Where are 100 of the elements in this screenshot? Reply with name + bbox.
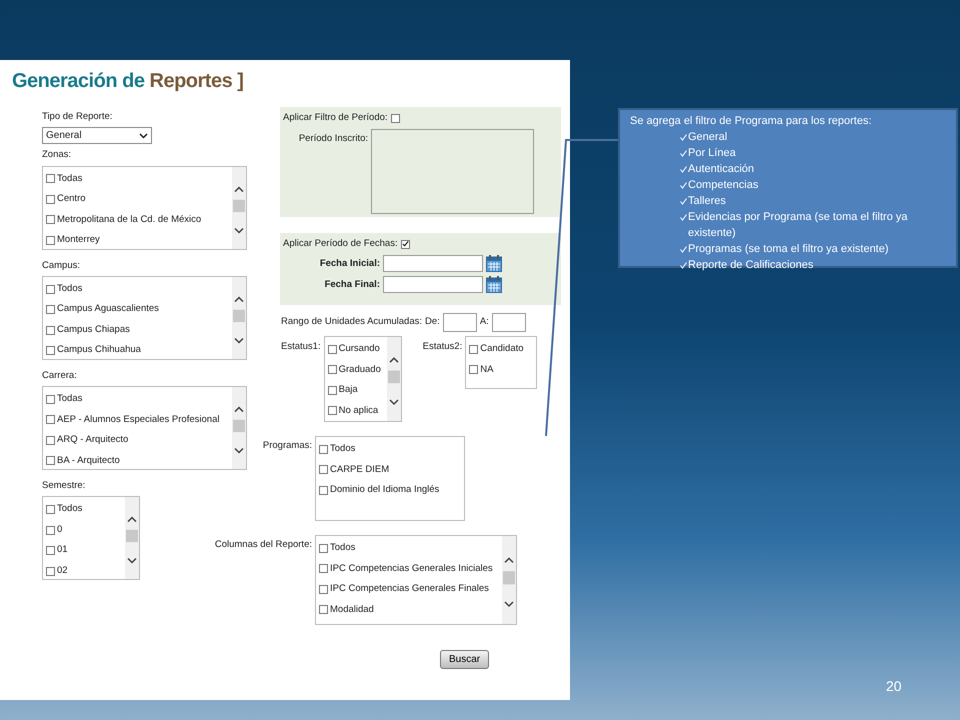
scrollbar[interactable] <box>232 276 246 359</box>
field-label: Aplicar Filtro de Período: <box>283 111 388 125</box>
range-input[interactable] <box>492 313 526 332</box>
option-label[interactable]: Campus Chiapas <box>57 322 130 338</box>
check-icon <box>680 182 687 189</box>
option-label[interactable]: Todos <box>57 282 82 296</box>
option-label[interactable]: IPC Competencias Generales Iniciales <box>330 562 493 576</box>
checkbox[interactable] <box>46 305 55 314</box>
option-label[interactable]: Candidato <box>480 342 524 356</box>
checkbox[interactable] <box>46 526 55 534</box>
checkbox[interactable] <box>319 605 328 614</box>
period-list[interactable] <box>371 129 534 214</box>
date-input[interactable] <box>383 276 483 294</box>
checkbox[interactable] <box>319 465 328 474</box>
checkbox[interactable] <box>46 236 55 245</box>
option-label[interactable]: BA - Arquitecto <box>57 454 120 468</box>
checkbox[interactable] <box>46 415 55 424</box>
option-label[interactable]: Monterrey <box>57 233 100 248</box>
checkbox[interactable] <box>328 365 337 374</box>
option-label[interactable]: Centro <box>57 192 86 206</box>
field-label: De: <box>425 315 440 330</box>
checkbox-list[interactable]: Todas AEP - Alumnos Especiales Profesional ARQ - Arquitecto BA - Arquitecto <box>42 386 247 470</box>
checkbox[interactable] <box>46 194 55 204</box>
scrollbar[interactable] <box>125 497 139 580</box>
checkbox-list[interactable]: Todos 0 01 02 <box>42 496 140 580</box>
field-label: Fecha Inicial: <box>318 256 380 271</box>
option-label[interactable]: Todas <box>57 172 82 186</box>
scrollbar[interactable] <box>232 387 246 469</box>
checkbox[interactable] <box>46 566 55 576</box>
check-icon <box>680 166 687 173</box>
field-label: Fecha Final: <box>324 278 380 292</box>
checkbox[interactable] <box>319 544 328 553</box>
checkbox[interactable] <box>46 174 55 184</box>
field-label: Aplicar Período de Fechas: <box>283 237 398 251</box>
option-label[interactable]: Campus Aguascalientes <box>57 302 159 317</box>
checkbox[interactable] <box>46 394 55 404</box>
option-label[interactable]: 02 <box>57 564 68 578</box>
chevron-down-icon <box>139 132 148 139</box>
option-label[interactable]: ARQ - Arquitecto <box>57 433 128 448</box>
calendar-icon[interactable] <box>486 255 502 272</box>
date-input[interactable] <box>383 255 483 272</box>
checkbox[interactable] <box>469 365 478 374</box>
field-label: Estatus2: <box>422 340 462 354</box>
field-label: Campus: <box>42 258 82 272</box>
field-label: Programas: <box>262 439 312 453</box>
option-label[interactable]: 01 <box>57 543 68 558</box>
scrollbar[interactable] <box>232 166 246 248</box>
search-button[interactable]: Buscar <box>440 650 490 669</box>
option-label[interactable]: Graduado <box>338 362 381 377</box>
callout-text: Se agrega el filtro de Programa para los reportes: <box>630 114 873 129</box>
option-label[interactable]: Todos <box>57 502 82 517</box>
field-label: A: <box>480 315 489 330</box>
checkbox[interactable] <box>319 444 328 454</box>
checkbox[interactable] <box>319 486 328 495</box>
option-label[interactable]: Modalidad <box>330 602 374 617</box>
scrollbar[interactable] <box>386 337 401 421</box>
check-icon <box>680 198 687 205</box>
option-label[interactable]: NA <box>480 362 494 377</box>
checkbox[interactable] <box>328 344 337 354</box>
checkbox-list[interactable]: Todos IPC Competencias Generales Iniciales IPC Competencias Generales Finales Modalidad <box>315 535 517 625</box>
checkbox-list[interactable]: Todas Centro Metropolitana de la Cd. de México Monterrey <box>42 166 247 250</box>
checkbox[interactable] <box>46 284 55 294</box>
checkbox[interactable] <box>328 406 337 416</box>
checkbox[interactable] <box>46 215 55 224</box>
checkbox[interactable] <box>46 546 55 555</box>
option-label[interactable]: 0 <box>57 522 62 538</box>
checkbox[interactable] <box>46 436 55 445</box>
scrollbar[interactable] <box>502 536 516 624</box>
option-label[interactable]: No aplica <box>338 404 378 418</box>
callout-item: Programas (se toma el filtro ya existente) <box>688 242 889 257</box>
option-label[interactable]: Cursando <box>338 342 380 356</box>
option-label[interactable]: CARPE DIEM <box>330 462 390 477</box>
option-label[interactable]: Metropolitana de la Cd. de México <box>57 212 202 227</box>
page-title: Generación de Reportes ] <box>12 69 244 94</box>
checkbox-list[interactable]: Candidato NA <box>465 336 538 389</box>
option-label[interactable]: Dominio del Idioma Inglés <box>330 483 440 498</box>
option-label[interactable]: AEP - Alumnos Especiales Profesional <box>57 412 220 427</box>
option-label[interactable]: Baja <box>338 383 358 398</box>
field-label: Estatus1: <box>281 340 321 354</box>
checkbox[interactable] <box>46 456 55 466</box>
checkbox[interactable] <box>46 346 55 355</box>
checkbox[interactable] <box>400 240 410 249</box>
checkbox-list[interactable]: Todos Campus Aguascalientes Campus Chiapas Campus Chihuahua <box>42 276 247 360</box>
option-label[interactable]: Todas <box>57 392 82 406</box>
checkbox[interactable] <box>46 505 55 514</box>
checkbox[interactable] <box>319 564 328 574</box>
checkbox-list[interactable]: Cursando Graduado Baja No aplica <box>324 336 402 422</box>
report-type-select[interactable]: General <box>42 127 152 144</box>
range-input[interactable] <box>442 313 477 332</box>
checkbox[interactable] <box>390 114 400 123</box>
option-label[interactable]: IPC Competencias Generales Finales <box>330 582 489 596</box>
calendar-icon[interactable] <box>486 276 502 294</box>
option-label[interactable]: Todos <box>330 442 356 456</box>
option-label[interactable]: Todos <box>330 541 356 556</box>
checkbox-list[interactable]: Todos CARPE DIEM Dominio del Idioma Inglés <box>315 436 465 521</box>
checkbox[interactable] <box>319 584 328 594</box>
checkbox[interactable] <box>328 386 337 395</box>
option-label[interactable]: Campus Chihuahua <box>57 343 141 358</box>
checkbox[interactable] <box>46 326 55 334</box>
checkbox[interactable] <box>469 344 478 354</box>
